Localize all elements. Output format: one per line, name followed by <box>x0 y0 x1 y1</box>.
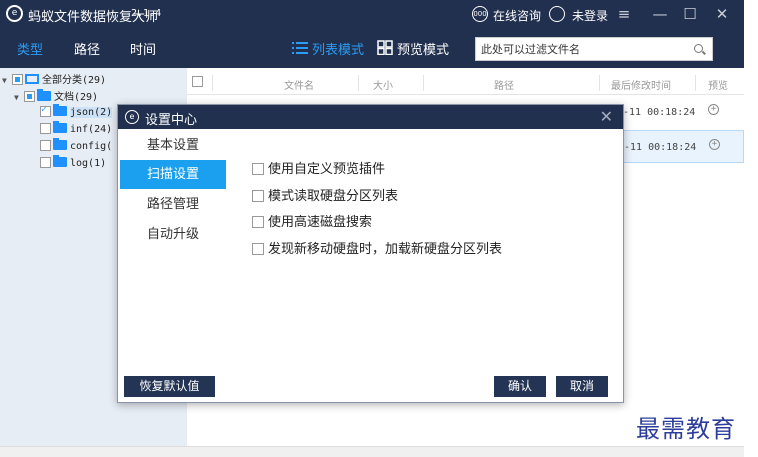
maximize-icon[interactable]: ☐ <box>679 3 701 25</box>
restore-defaults-button[interactable]: 恢复默认值 <box>124 376 215 397</box>
option-checkbox[interactable] <box>252 190 264 202</box>
dialog-title-bar: e 设置中心 ✕ <box>118 105 623 129</box>
window-edge <box>744 0 758 457</box>
nav-basic-settings[interactable]: 基本设置 <box>120 131 226 160</box>
search-icon[interactable] <box>694 44 703 53</box>
confirm-button[interactable]: 确认 <box>494 376 546 397</box>
tree-checkbox[interactable] <box>40 140 51 151</box>
column-header-size[interactable]: 大小 <box>373 77 393 92</box>
tree-root[interactable]: ▼ 全部分类(29) <box>2 71 106 87</box>
select-all-checkbox[interactable] <box>192 76 203 87</box>
folder-icon <box>53 138 67 150</box>
folder-icon <box>37 89 51 101</box>
tab-type[interactable]: 类型 <box>17 39 43 58</box>
close-icon[interactable]: ✕ <box>711 3 733 25</box>
toolbar: 类型 路径 时间 列表模式 预览模式 <box>0 28 744 68</box>
settings-dialog: e 设置中心 ✕ 基本设置 扫描设置 路径管理 自动升级 使用自定义预览插件 模… <box>117 104 624 403</box>
option-high-speed-search[interactable]: 使用高速磁盘搜索 <box>252 211 372 230</box>
status-bar <box>0 446 744 457</box>
title-bar: e 蚂蚁文件数据恢复大师 2.1.4 000 在线咨询 未登录 ≡ — ☐ ✕ <box>0 0 744 28</box>
tree-node-inf[interactable]: inf(24) <box>40 121 113 139</box>
preview-mode-button[interactable]: 预览模式 <box>397 39 449 58</box>
tree-node-label: json(2) <box>70 107 113 118</box>
tree-node-label: log(1) <box>70 158 107 169</box>
watermark: 最需教育 <box>636 415 736 443</box>
column-header-modified[interactable]: 最后修改时间 <box>611 77 671 92</box>
tree-checkbox[interactable] <box>40 104 51 117</box>
column-divider <box>358 75 359 91</box>
login-link[interactable]: 未登录 <box>572 7 608 24</box>
column-divider <box>423 75 424 91</box>
modified-time: 1-11 00:18:24 <box>618 142 697 153</box>
tree-checkbox[interactable] <box>40 157 51 168</box>
option-read-partition-list[interactable]: 模式读取硬盘分区列表 <box>252 185 398 204</box>
tree-root-label: 全部分类(29) <box>42 75 107 86</box>
cancel-button[interactable]: 取消 <box>556 376 608 397</box>
option-checkbox[interactable] <box>252 163 264 175</box>
minimize-icon[interactable]: — <box>649 3 671 25</box>
tree-node-label: 文档(29) <box>54 92 99 103</box>
option-label: 发现新移动硬盘时，加载新硬盘分区列表 <box>268 242 503 257</box>
settings-nav: 基本设置 扫描设置 路径管理 自动升级 <box>118 129 226 349</box>
dialog-title: 设置中心 <box>145 113 198 128</box>
tree-node-config[interactable]: config( <box>40 138 113 156</box>
collapse-arrow-icon[interactable]: ▼ <box>14 93 24 102</box>
option-load-new-drive[interactable]: 发现新移动硬盘时，加载新硬盘分区列表 <box>252 238 502 257</box>
column-divider <box>212 75 213 91</box>
close-icon[interactable]: ✕ <box>600 107 613 126</box>
option-checkbox[interactable] <box>252 216 264 228</box>
column-header-preview: 预览 <box>708 81 728 92</box>
table-header: 文件名 大小 路径 最后修改时间 预览 <box>187 71 744 95</box>
computer-icon <box>25 74 39 84</box>
folder-icon <box>53 104 67 116</box>
zoom-in-icon[interactable]: + <box>708 104 719 115</box>
zoom-in-icon[interactable]: + <box>709 139 720 150</box>
collapse-arrow-icon[interactable]: ▼ <box>2 76 12 85</box>
app-logo-icon: e <box>125 110 139 124</box>
user-icon[interactable] <box>549 6 565 22</box>
search-box[interactable] <box>475 37 713 61</box>
tree-node-json[interactable]: json(2) <box>40 104 113 122</box>
search-input[interactable] <box>481 41 681 57</box>
menu-icon[interactable]: ≡ <box>613 3 635 25</box>
tab-time[interactable]: 时间 <box>130 39 156 58</box>
column-header-name[interactable]: 文件名 <box>284 77 314 92</box>
nav-auto-upgrade[interactable]: 自动升级 <box>120 220 226 249</box>
app-logo-icon: e <box>6 5 23 22</box>
option-checkbox[interactable] <box>252 243 264 255</box>
option-label: 模式读取硬盘分区列表 <box>268 189 399 204</box>
tab-path[interactable]: 路径 <box>74 39 100 58</box>
column-divider <box>695 75 696 91</box>
option-label: 使用高速磁盘搜索 <box>268 215 373 230</box>
list-mode-button[interactable]: 列表模式 <box>312 39 364 58</box>
online-consult-link[interactable]: 在线咨询 <box>493 7 541 24</box>
column-header-path[interactable]: 路径 <box>494 77 514 92</box>
tree-node-label: inf(24) <box>70 124 113 135</box>
option-label: 使用自定义预览插件 <box>268 162 386 177</box>
modified-time: 1-11 00:18:24 <box>617 107 696 118</box>
nav-scan-settings[interactable]: 扫描设置 <box>120 160 226 189</box>
tree-checkbox[interactable] <box>24 91 35 102</box>
tree-node-label: config( <box>70 141 113 152</box>
tree-checkbox[interactable] <box>40 123 51 134</box>
app-version: 2.1.4 <box>131 8 162 19</box>
folder-icon <box>53 155 67 167</box>
nav-path-management[interactable]: 路径管理 <box>120 190 226 219</box>
preview-mode-icon[interactable] <box>377 40 393 55</box>
folder-icon <box>53 121 67 133</box>
chat-icon[interactable]: 000 <box>472 6 488 22</box>
tree-checkbox[interactable] <box>12 74 23 85</box>
column-divider <box>599 75 600 91</box>
list-mode-icon[interactable] <box>292 40 308 55</box>
tree-node-documents[interactable]: ▼ 文档(29) <box>14 88 98 104</box>
tree-node-log[interactable]: log(1) <box>40 155 107 173</box>
option-custom-preview-plugin[interactable]: 使用自定义预览插件 <box>252 158 385 177</box>
